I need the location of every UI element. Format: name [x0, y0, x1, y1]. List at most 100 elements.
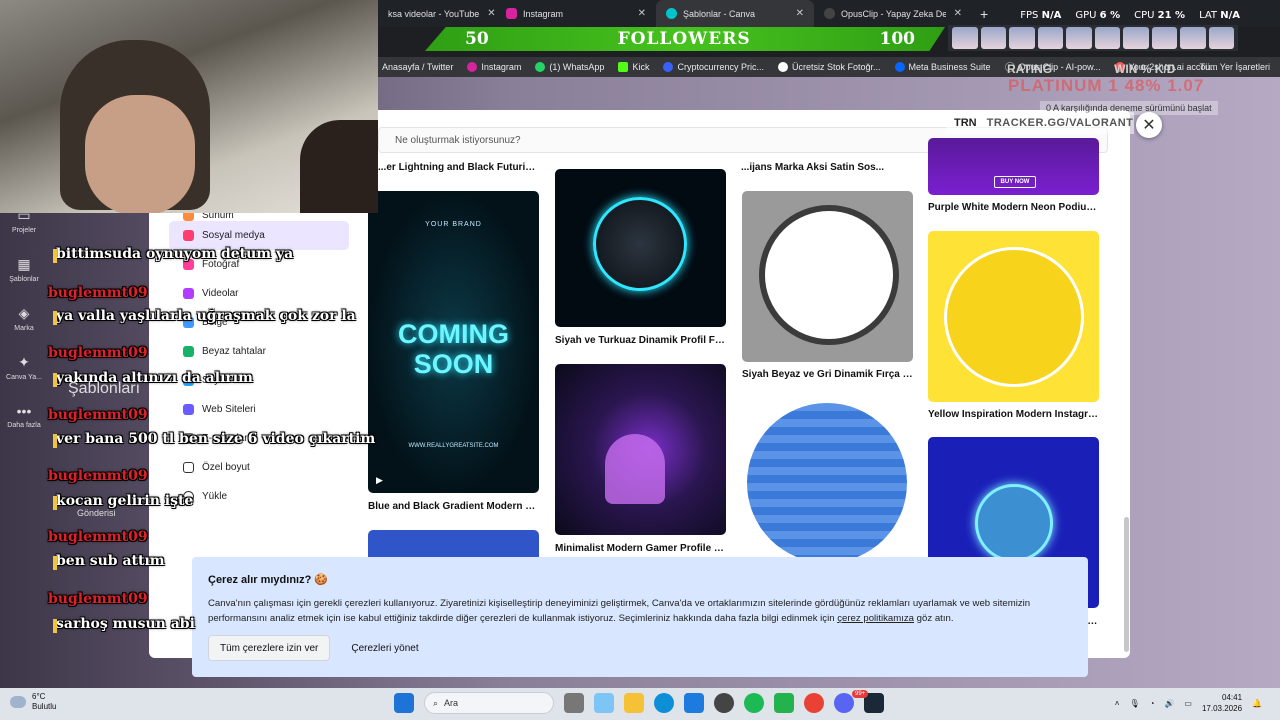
- new-tab-button[interactable]: +: [972, 6, 996, 22]
- close-icon[interactable]: ✕: [946, 8, 962, 19]
- followers-goal: 100: [879, 29, 916, 49]
- accept-all-cookies-button[interactable]: Tüm çerezlere izin ver: [208, 635, 331, 661]
- bookmark-kick[interactable]: Kick: [618, 62, 649, 72]
- rail-brand[interactable]: ◈ Marka: [0, 305, 48, 332]
- discord-icon[interactable]: [834, 693, 854, 713]
- instagram-icon: [506, 8, 517, 19]
- template-card-yellow[interactable]: [928, 231, 1099, 402]
- template-card-coming-soon[interactable]: YOUR BRAND COMING SOON WWW.REALLYGREATSI…: [368, 191, 539, 493]
- widgets-icon[interactable]: [594, 693, 614, 713]
- followers-current: 50: [465, 29, 489, 49]
- template-card-bw-brush[interactable]: [742, 191, 913, 362]
- network-icon[interactable]: ◔: [1150, 699, 1155, 708]
- clock[interactable]: 04:41 17.03.2026: [1202, 692, 1242, 714]
- scrollbar-thumb[interactable]: [1124, 517, 1129, 652]
- profile-photo-frame: [759, 205, 899, 345]
- close-icon[interactable]: ✕: [788, 8, 804, 19]
- taskbar-search[interactable]: ⌕ Ara: [424, 692, 554, 714]
- bookmark-stock-photo[interactable]: Ücretsiz Stok Fotoğr...: [777, 62, 881, 72]
- avatar: [1037, 27, 1063, 49]
- menu-item-websites[interactable]: Web Siteleri: [169, 395, 349, 424]
- brand-icon: ◈: [18, 305, 30, 321]
- menu-label: Videolar: [202, 288, 239, 299]
- tab-youtube[interactable]: ksa videolar - YouTube ✕: [378, 0, 496, 27]
- template-card-purple-neon[interactable]: BUY NOW: [928, 138, 1099, 195]
- rail-canva-ai[interactable]: ✦ Canva Ya...: [0, 354, 48, 381]
- settings-icon[interactable]: [714, 693, 734, 713]
- manage-cookies-button[interactable]: Çerezleri yönet: [340, 635, 429, 661]
- chat-message: ya valla yaşlılarla uğraşmak çok zor la: [53, 308, 356, 325]
- avatar: [1180, 27, 1206, 49]
- rank-name: PLATINUM 1: [1008, 76, 1119, 95]
- menu-item-custom-size[interactable]: Özel boyut: [169, 453, 349, 482]
- notification-bell-icon[interactable]: 🔔: [1252, 699, 1262, 708]
- cookie-title: Çerez alır mıydınız? 🍪: [208, 574, 329, 586]
- trn-logo: TRN: [954, 117, 977, 129]
- bookmark-meta[interactable]: Meta Business Suite: [894, 62, 991, 72]
- weather-widget[interactable]: 6°C Bulutlu: [10, 692, 56, 712]
- meta-icon: [894, 62, 905, 72]
- cookie-policy-link[interactable]: çerez politikamıza: [837, 613, 914, 624]
- cpu-stat: CPU 21 %: [1134, 10, 1185, 21]
- tab-instagram[interactable]: Instagram ✕: [496, 0, 656, 27]
- menu-item-whiteboards[interactable]: Beyaz tahtalar: [169, 337, 349, 366]
- task-view-icon[interactable]: [564, 693, 584, 713]
- close-icon[interactable]: ✕: [630, 8, 646, 19]
- discord-badge: 99+: [852, 690, 869, 698]
- menu-item-upload[interactable]: Yükle: [169, 482, 349, 511]
- taskbar-apps: ⌕ Ara: [394, 692, 884, 714]
- edge-icon[interactable]: [654, 693, 674, 713]
- template-label: ...er Lightning and Black Futuristic...: [378, 162, 538, 173]
- all-bookmarks[interactable]: Tüm Yer İşaretleri: [1199, 57, 1270, 77]
- avatar: [1009, 27, 1035, 49]
- template-label: Minimalist Modern Gamer Profile Pi...: [555, 543, 727, 554]
- button-label: Çerezleri yönet: [351, 642, 419, 654]
- performance-overlay: FPS N/A GPU 6 % CPU 21 % LAT N/A: [1020, 10, 1240, 21]
- bookmark-twitter[interactable]: Anasayfa / Twitter: [382, 62, 453, 72]
- tab-opusclip[interactable]: OpusClip - Yapay Zeka Destekli ✕: [814, 0, 972, 27]
- opusclip-icon: [824, 8, 835, 19]
- template-card-blue-check[interactable]: [742, 398, 913, 568]
- guest-figure: [300, 120, 378, 213]
- streamer-face: [85, 95, 195, 213]
- template-label: Purple White Modern Neon Podium ...: [928, 202, 1103, 213]
- template-label: Siyah Beyaz ve Gri Dinamik Fırça Da...: [742, 369, 914, 380]
- bookmark-crypto[interactable]: Cryptocurrency Pric...: [663, 62, 764, 72]
- gpu-stat: GPU 6 %: [1075, 10, 1120, 21]
- app-icon[interactable]: [774, 693, 794, 713]
- battery-icon[interactable]: ▭: [1184, 699, 1192, 708]
- button-label: Tüm çerezlere izin ver: [220, 642, 319, 654]
- avatar: [1094, 27, 1120, 49]
- outlook-icon[interactable]: [684, 693, 704, 713]
- bookmark-label: Ücretsiz Stok Fotoğr...: [791, 62, 881, 72]
- webcam-overlay: [0, 0, 378, 213]
- close-icon[interactable]: ✕: [479, 8, 495, 19]
- rail-templates[interactable]: ▦ Şablonlar: [0, 256, 48, 283]
- gamer-figure: [605, 434, 665, 504]
- chat-message: bittimsuda oynuyom detum ya: [52, 246, 294, 263]
- file-explorer-icon[interactable]: [624, 693, 644, 713]
- windows-start-icon[interactable]: [394, 693, 414, 713]
- menu-label: Yükle: [202, 491, 228, 502]
- template-card-gamer[interactable]: [555, 364, 726, 535]
- close-modal-button[interactable]: ✕: [1136, 112, 1162, 138]
- agent-avatars-strip: [948, 25, 1238, 51]
- temperature: 6°C: [32, 692, 46, 701]
- chrome-icon[interactable]: [804, 693, 824, 713]
- rank-value: 48% 1.07: [1124, 76, 1205, 95]
- volume-icon[interactable]: 🔊: [1164, 699, 1174, 708]
- fps-value: N/A: [1041, 10, 1062, 21]
- profile-photo-frame: [747, 403, 907, 563]
- chat-message: ben sub attım: [53, 553, 165, 570]
- rail-more[interactable]: ••• Daha fazla: [0, 403, 48, 429]
- bookmark-instagram[interactable]: Instagram: [467, 62, 521, 72]
- spotify-icon[interactable]: [744, 693, 764, 713]
- template-card-turquoise-profile[interactable]: [555, 169, 726, 327]
- bookmark-whatsapp[interactable]: (1) WhatsApp: [535, 62, 604, 72]
- chevron-up-icon[interactable]: ˄: [1115, 699, 1120, 708]
- avatar: [952, 27, 978, 49]
- tab-title: Instagram: [523, 8, 564, 19]
- menu-item-videos[interactable]: Videolar: [169, 279, 349, 308]
- microphone-icon[interactable]: 🎙: [1129, 699, 1139, 708]
- tab-canva[interactable]: Şablonlar - Canva ✕: [656, 0, 814, 27]
